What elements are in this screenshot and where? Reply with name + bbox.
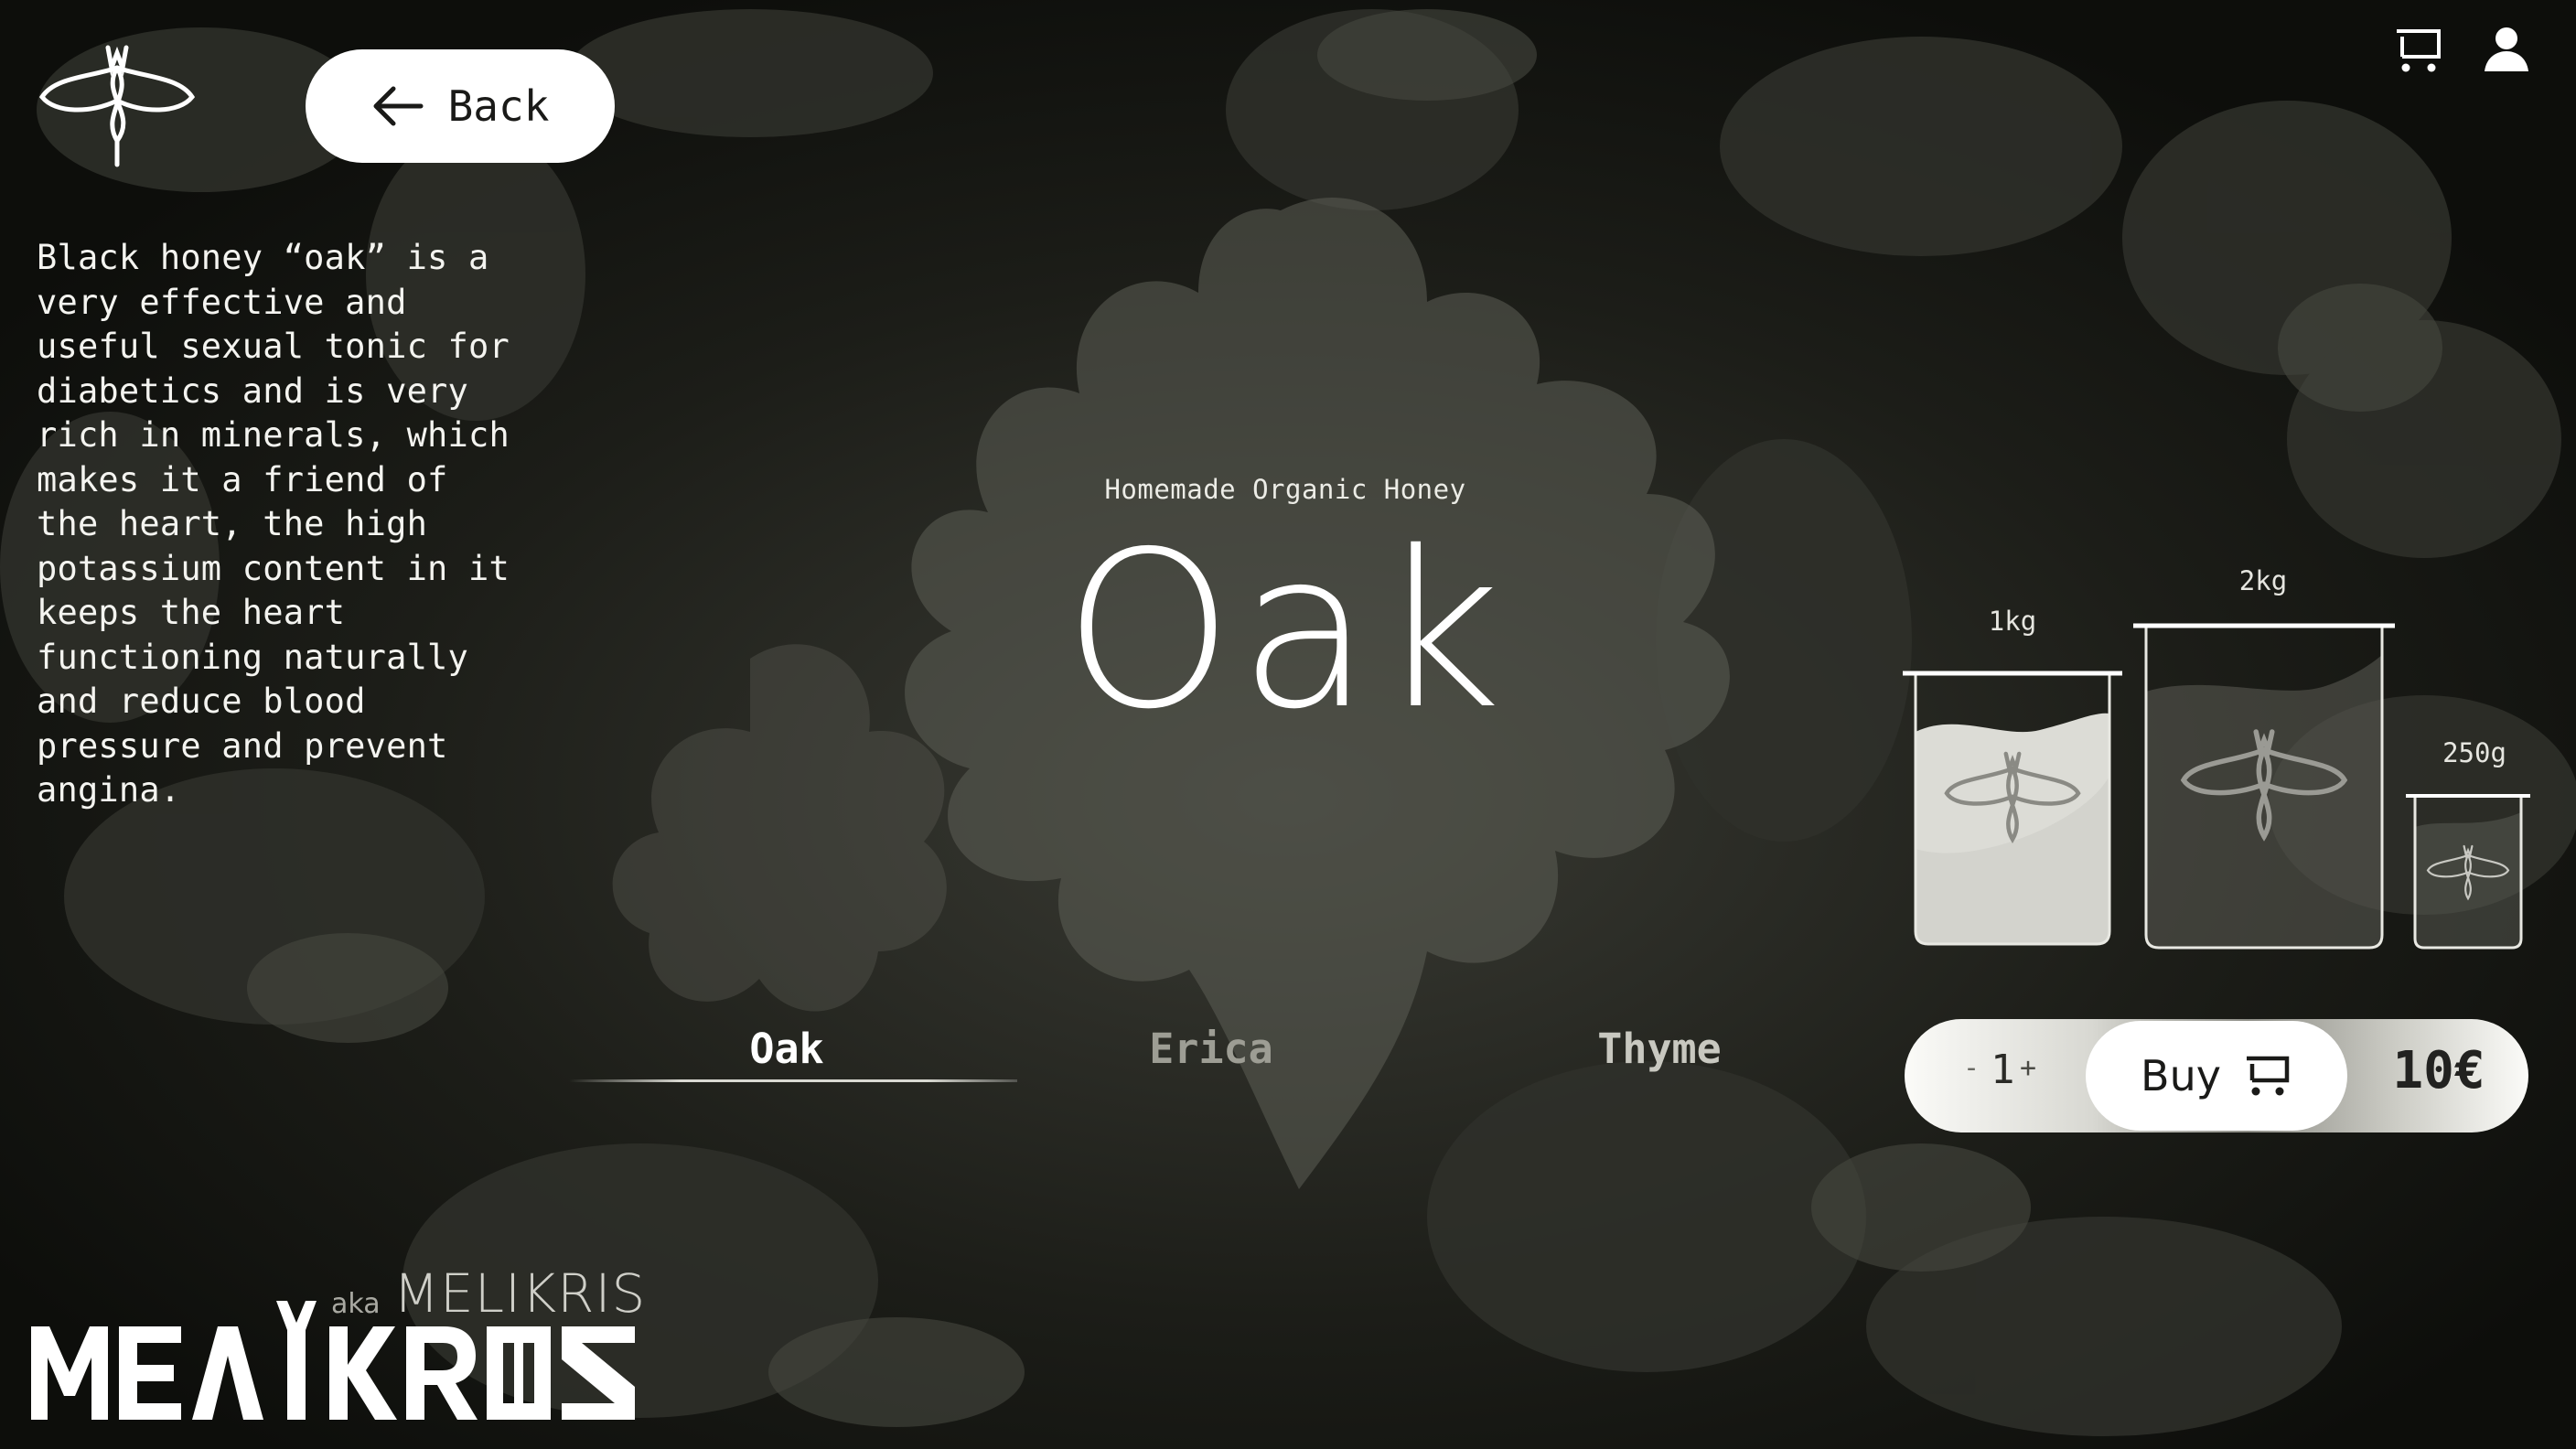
size-label-2kg: 2kg <box>2238 565 2288 596</box>
product-description: Black honey “oak” is a very effective an… <box>37 238 510 810</box>
jar-2kg-option[interactable] <box>2133 618 2395 951</box>
jar-1kg-option[interactable] <box>1903 666 2122 951</box>
cart-icon <box>2246 1056 2290 1096</box>
cart-icon[interactable] <box>2393 26 2444 77</box>
quantity-decrease-button[interactable]: - <box>1963 1052 1980 1084</box>
logo-icon[interactable] <box>37 40 198 168</box>
size-label-1kg: 1kg <box>1988 606 2037 637</box>
buy-button[interactable]: Buy <box>2086 1021 2347 1131</box>
tab-thyme[interactable]: Thyme <box>1550 1025 1769 1073</box>
price-label: 10€ <box>2392 1041 2485 1100</box>
arrow-left-icon <box>373 86 424 126</box>
tab-erica[interactable]: Erica <box>1101 1025 1321 1073</box>
quantity-value: 1 <box>1991 1046 2015 1093</box>
buy-button-label: Buy <box>2141 1051 2221 1100</box>
product-title: Oak <box>1063 505 1508 757</box>
quantity-increase-button[interactable]: + <box>2020 1052 2036 1084</box>
user-icon[interactable] <box>2481 24 2532 75</box>
brand-wordmark-logo <box>31 1301 635 1420</box>
back-button[interactable]: Back <box>306 49 615 163</box>
back-button-label: Back <box>447 81 550 131</box>
jar-250g-option[interactable] <box>2406 790 2530 951</box>
tab-oak[interactable]: Oak <box>677 1025 896 1073</box>
size-label-250g: 250g <box>2442 737 2506 768</box>
product-subtitle: Homemade Organic Honey <box>1104 474 1466 505</box>
active-tab-underline <box>569 1079 1017 1082</box>
